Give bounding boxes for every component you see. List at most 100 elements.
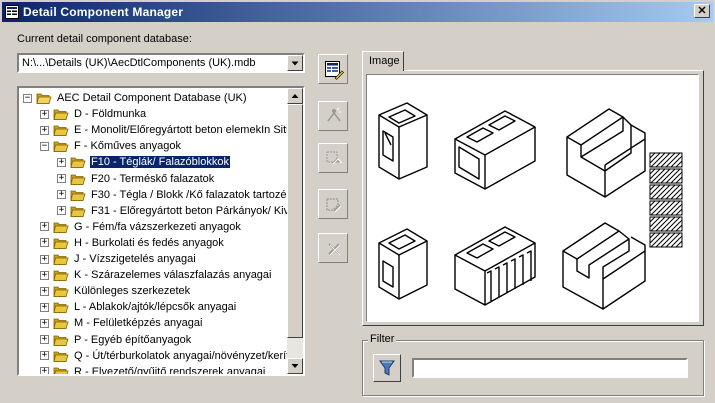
hollow-brick-tall-drawing xyxy=(378,228,428,300)
tree-scrollbar[interactable] xyxy=(287,88,303,374)
expand-icon[interactable]: + xyxy=(40,318,49,328)
expand-icon[interactable]: + xyxy=(40,254,49,264)
tree-item[interactable]: + M - Felületképzés anyagai xyxy=(40,315,203,331)
folder-open-icon xyxy=(53,125,69,137)
expand-icon[interactable]: + xyxy=(40,286,49,296)
tree-item[interactable]: + F10 - Téglák/ Falazóblokkok xyxy=(57,154,231,170)
delete-button xyxy=(318,233,348,263)
tree-item[interactable]: + H - Burkolati és fedés anyagok xyxy=(40,235,225,251)
expand-icon[interactable]: + xyxy=(57,157,66,167)
tree-item-label: F30 - Tégla / Blokk /Kő falazatok tartoz… xyxy=(91,188,289,201)
expand-icon[interactable]: + xyxy=(40,367,49,374)
tree-item[interactable]: − F - Kőműves anyagok xyxy=(40,138,182,154)
tree-item[interactable]: + F31 - Előregyártott beton Párkányok/ Ki… xyxy=(57,203,289,219)
hatch-lines xyxy=(649,232,683,248)
tree-root-row[interactable]: − AEC Detail Component Database (UK) xyxy=(23,90,248,106)
tree-item[interactable]: + K - Szárazelemes válaszfalazás anyagai xyxy=(40,267,272,283)
tree-item[interactable]: + F30 - Tégla / Blokk /Kő falazatok tarto… xyxy=(57,187,289,203)
hollow-brick-drawing xyxy=(378,102,428,180)
copy-component-button xyxy=(318,143,348,173)
hatch-lines xyxy=(649,152,683,168)
database-select-value: N:\...\Details (UK)\AecDtlComponents (UK… xyxy=(22,57,256,69)
edit-component-icon xyxy=(326,198,342,213)
tree-item[interactable]: + Q - Út/térburkolatok anyagai/növényzet/… xyxy=(40,348,289,364)
block-preview-drawing xyxy=(378,102,683,310)
tree-item[interactable]: + G - Fém/fa vázszerkezeti anyagok xyxy=(40,219,242,235)
copy-component-icon xyxy=(326,151,343,165)
u-channel-block-drawing xyxy=(566,108,646,198)
scroll-down-button[interactable] xyxy=(287,358,303,374)
tree-item[interactable]: + E - Monolit/Előregyártott beton elemekI… xyxy=(40,122,289,138)
hatch-lines xyxy=(649,216,683,232)
detail-component-manager-window: Detail Component Manager ✕ Current detai… xyxy=(0,0,715,403)
folder-open-icon xyxy=(53,367,69,374)
folder-open-icon xyxy=(53,141,69,153)
folder-open-icon xyxy=(36,93,52,104)
expand-icon[interactable]: + xyxy=(40,270,49,280)
tree-item[interactable]: + F20 - Terméskő falazatok xyxy=(57,171,215,187)
scroll-up-button[interactable] xyxy=(287,88,303,104)
expand-icon[interactable]: + xyxy=(40,302,49,312)
close-button[interactable]: ✕ xyxy=(694,4,710,18)
tree-root-label: AEC Detail Component Database (UK) xyxy=(57,92,247,104)
expand-icon[interactable]: + xyxy=(57,190,66,200)
expand-icon[interactable]: + xyxy=(40,238,49,248)
expand-icon[interactable]: + xyxy=(40,351,49,361)
hatched-block-stack-drawing xyxy=(649,152,683,248)
edit-component-button xyxy=(318,189,348,219)
tree-item[interactable]: + P - Egyéb építőanyagok xyxy=(40,332,192,348)
tree-item-label: L - Ablakok/ajtók/lépcsők anyagai xyxy=(74,301,237,314)
expand-icon[interactable]: + xyxy=(40,335,49,344)
chevron-down-icon xyxy=(291,61,299,66)
filter-funnel-icon xyxy=(379,360,395,376)
tree-item[interactable]: + L - Ablakok/ajtók/lépcsők anyagai xyxy=(40,299,237,315)
expand-icon[interactable]: + xyxy=(57,174,66,183)
filter-button[interactable] xyxy=(373,354,401,382)
hatch-lines xyxy=(649,168,683,184)
tree-item[interactable]: + D - Földmunka xyxy=(40,106,147,122)
collapse-icon[interactable]: − xyxy=(40,141,49,151)
expand-icon[interactable]: + xyxy=(40,125,49,135)
tree-item[interactable]: + J - Vízszigetelés anyagai xyxy=(40,251,197,267)
folder-open-icon xyxy=(53,109,69,120)
title-bar[interactable]: Detail Component Manager ✕ xyxy=(2,2,713,22)
tree-item-label: J - Vízszigetelés anyagai xyxy=(74,253,196,265)
scroll-thumb[interactable] xyxy=(287,104,303,338)
folder-open-icon xyxy=(53,254,69,265)
folder-open-icon xyxy=(70,174,86,185)
collapse-icon[interactable]: − xyxy=(23,93,32,103)
tree-item-label: M - Felületképzés anyagai xyxy=(74,317,203,330)
tree-item-label: H - Burkolati és fedés anyagok xyxy=(74,236,224,249)
database-label: Current detail component database: xyxy=(17,33,192,45)
tree-item-label: R - Elvezető/gyűjtő rendszerek anyagai xyxy=(74,365,266,374)
tree-item-label: E - Monolit/Előregyártott beton elemekIn… xyxy=(74,124,289,137)
tree-item-label: P - Egyéb építőanyagok xyxy=(74,333,192,346)
folder-open-icon xyxy=(53,270,69,281)
database-select[interactable]: N:\...\Details (UK)\AecDtlComponents (UK… xyxy=(17,53,305,73)
tree-item-label: Q - Út/térburkolatok anyagai/növényzet/k… xyxy=(74,349,289,362)
tree-item-label: F10 - Téglák/ Falazóblokkok xyxy=(89,155,231,170)
component-tree[interactable]: − AEC Detail Component Database (UK) + D … xyxy=(17,86,305,376)
edit-database-icon xyxy=(325,61,344,80)
expand-icon[interactable]: + xyxy=(40,109,49,119)
scroll-up-icon xyxy=(291,94,299,98)
tree-item[interactable]: + R - Elvezető/gyűjtő rendszerek anyagai xyxy=(40,364,266,374)
expand-icon[interactable]: + xyxy=(57,206,66,216)
window-title: Detail Component Manager xyxy=(23,5,184,19)
tree-item[interactable]: + Különleges szerkezetek xyxy=(40,283,191,299)
ribbed-cavity-block-drawing xyxy=(454,226,536,306)
scroll-down-icon xyxy=(291,364,299,368)
folder-open-icon xyxy=(53,351,69,362)
new-component-icon xyxy=(327,107,341,122)
folder-open-icon xyxy=(53,286,69,298)
dropdown-button[interactable] xyxy=(287,55,303,71)
tab-image-label: Image xyxy=(369,55,400,67)
tree-item-label: D - Földmunka xyxy=(74,108,147,121)
folder-open-icon xyxy=(70,157,86,169)
tab-image[interactable]: Image xyxy=(362,51,404,71)
filter-input[interactable] xyxy=(412,358,688,378)
expand-icon[interactable]: + xyxy=(40,222,49,232)
tree-item-label: F - Kőműves anyagok xyxy=(74,140,181,153)
edit-database-button[interactable] xyxy=(318,54,348,84)
tree-item-label: K - Szárazelemes válaszfalazás anyagai xyxy=(74,269,272,282)
